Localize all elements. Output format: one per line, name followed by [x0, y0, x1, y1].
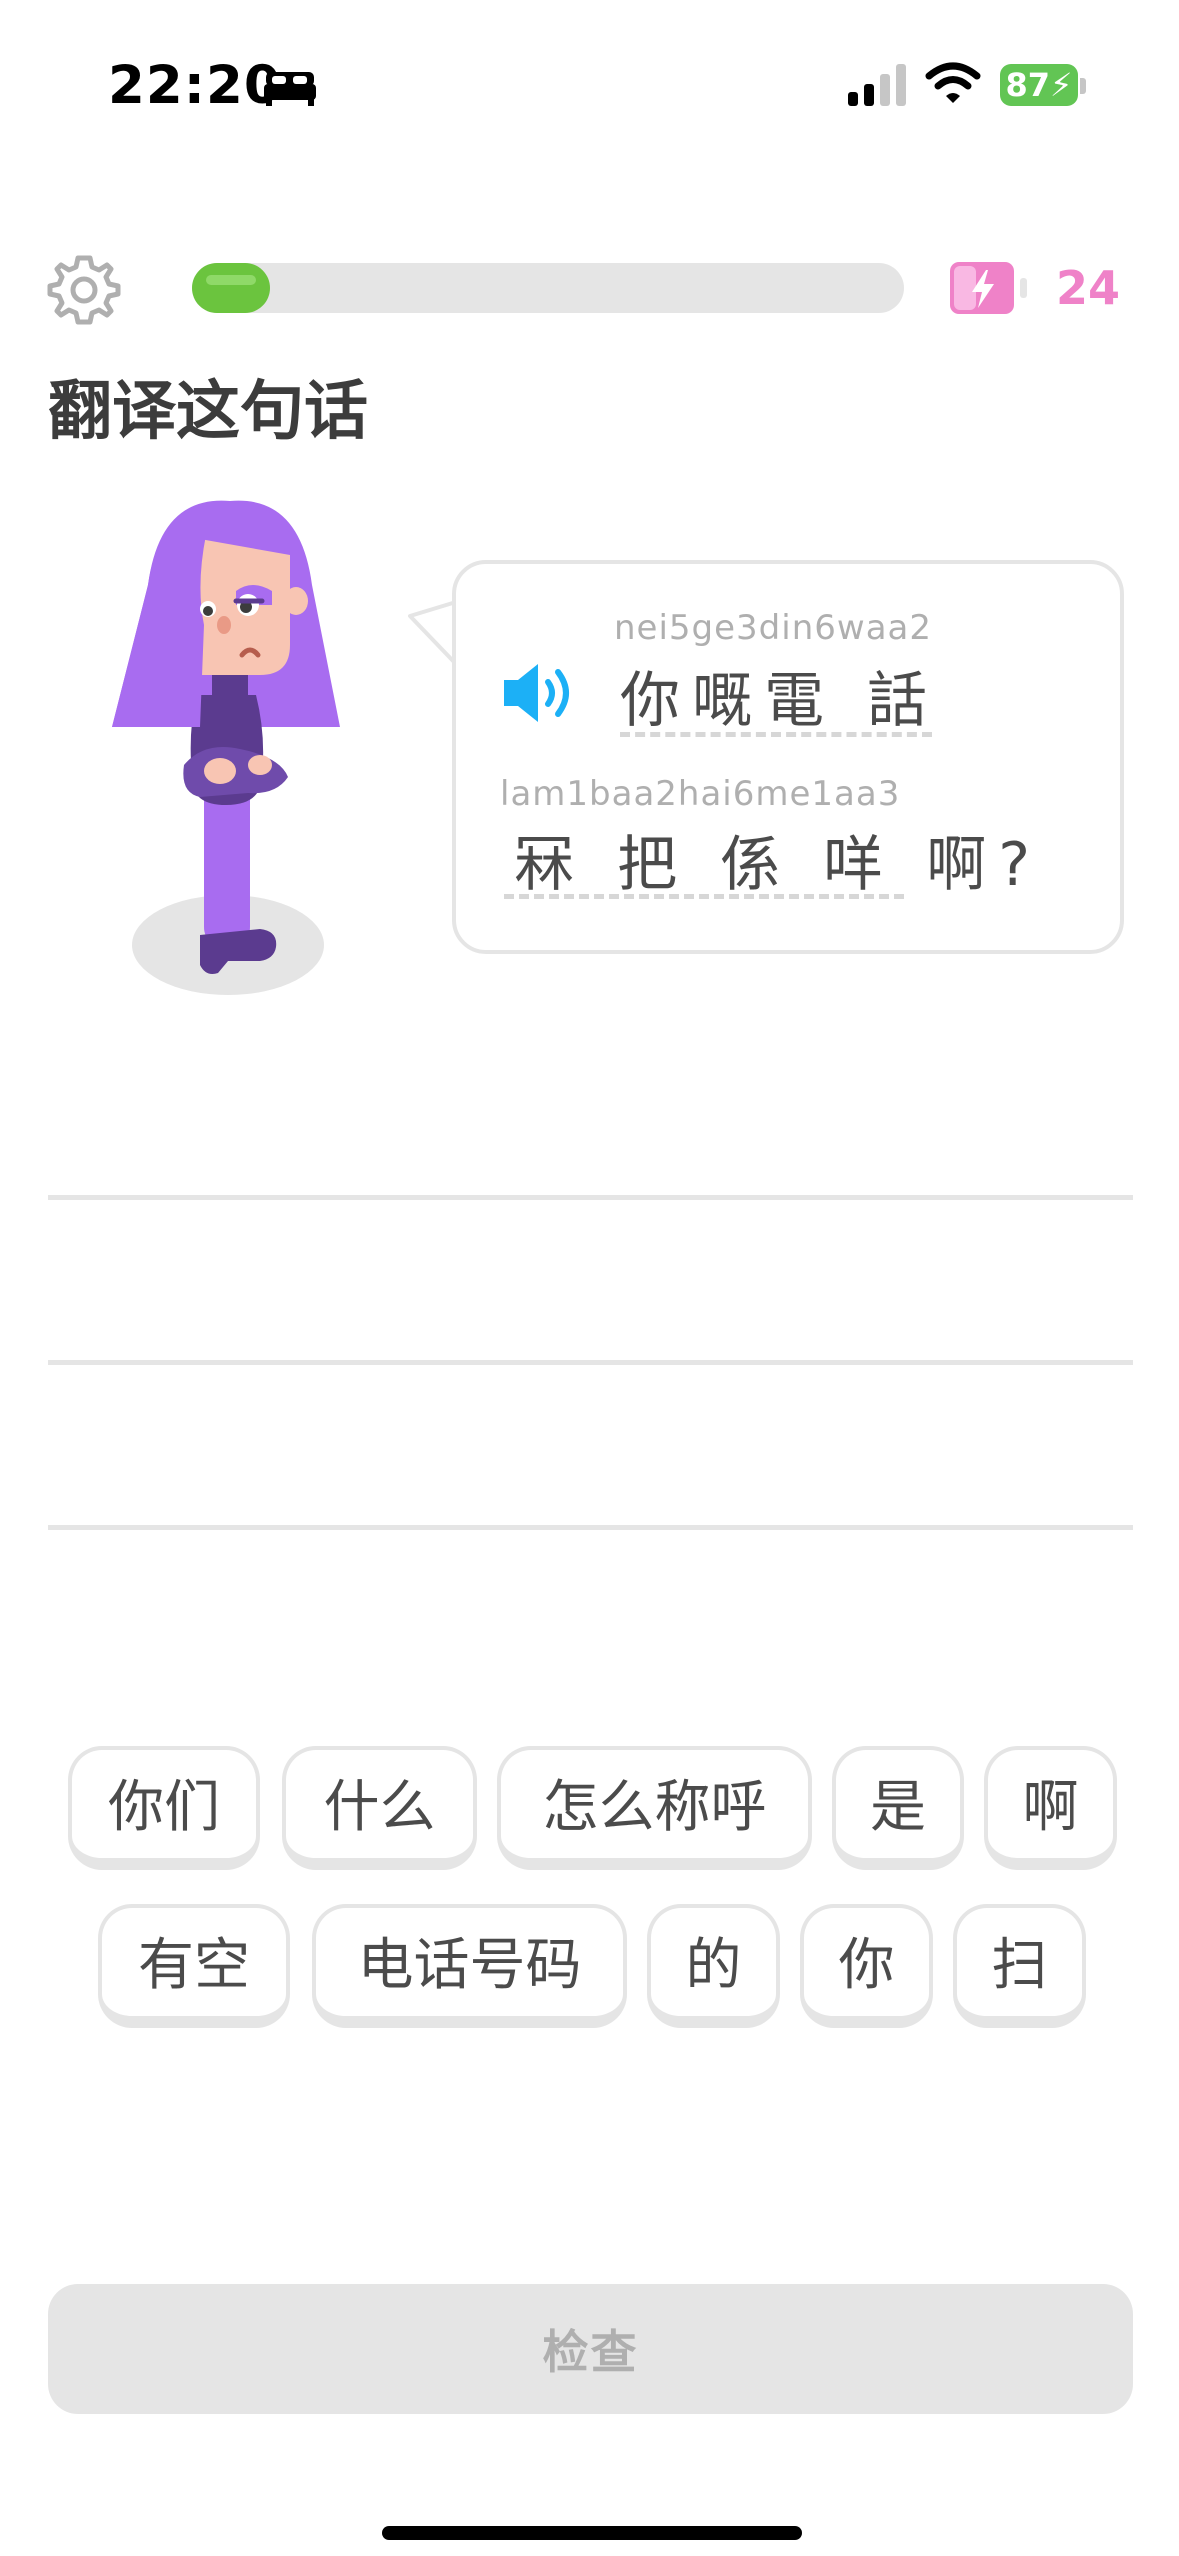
home-indicator[interactable]	[382, 2526, 802, 2540]
lily-character-illustration	[112, 500, 340, 995]
check-button[interactable]: 检查	[48, 2284, 1133, 2414]
line1-sentence[interactable]: 你嘅電 話	[620, 652, 939, 739]
battery-cap	[1080, 78, 1086, 94]
battery-indicator: 87 ⚡	[1000, 64, 1078, 106]
line1-hint-underline	[620, 732, 932, 737]
word-chip[interactable]: 电话号码	[312, 1904, 627, 2028]
status-time: 22:20	[108, 55, 282, 116]
wifi-icon	[925, 62, 981, 103]
energy-battery-icon[interactable]	[948, 258, 1038, 318]
lesson-progress-bar	[192, 263, 904, 313]
line1-romanization: nei5ge3din6waa2	[614, 608, 932, 648]
word-chip[interactable]: 你们	[68, 1746, 260, 1870]
word-chip[interactable]: 是	[832, 1746, 964, 1870]
battery-level: 87	[1005, 66, 1051, 104]
energy-count: 24	[1056, 261, 1121, 315]
cellular-signal-icon	[848, 64, 906, 106]
line2-romanization: lam1baa2hai6me1aa3	[500, 774, 901, 814]
word-chip[interactable]: 你	[800, 1904, 933, 2028]
word-chip[interactable]: 有空	[98, 1904, 290, 2028]
word-chip[interactable]: 扫	[953, 1904, 1086, 2028]
speaker-icon[interactable]	[500, 660, 580, 726]
answer-line-3	[48, 1525, 1133, 1530]
sleep-focus-icon	[264, 72, 316, 106]
word-chip[interactable]: 的	[647, 1904, 780, 2028]
line2-sentence[interactable]: 冧 把 係 咩 啊?	[514, 816, 1042, 903]
word-chip[interactable]: 什么	[282, 1746, 477, 1870]
word-chip[interactable]: 啊	[984, 1746, 1117, 1870]
gear-icon[interactable]	[46, 252, 122, 328]
answer-line-2	[48, 1360, 1133, 1365]
page-title: 翻译这句话	[48, 375, 368, 449]
word-chip[interactable]: 怎么称呼	[497, 1746, 812, 1870]
progress-fill	[192, 263, 271, 313]
progress-highlight	[206, 275, 257, 285]
line2-hint-underline	[504, 894, 904, 899]
answer-line-1	[48, 1195, 1133, 1200]
